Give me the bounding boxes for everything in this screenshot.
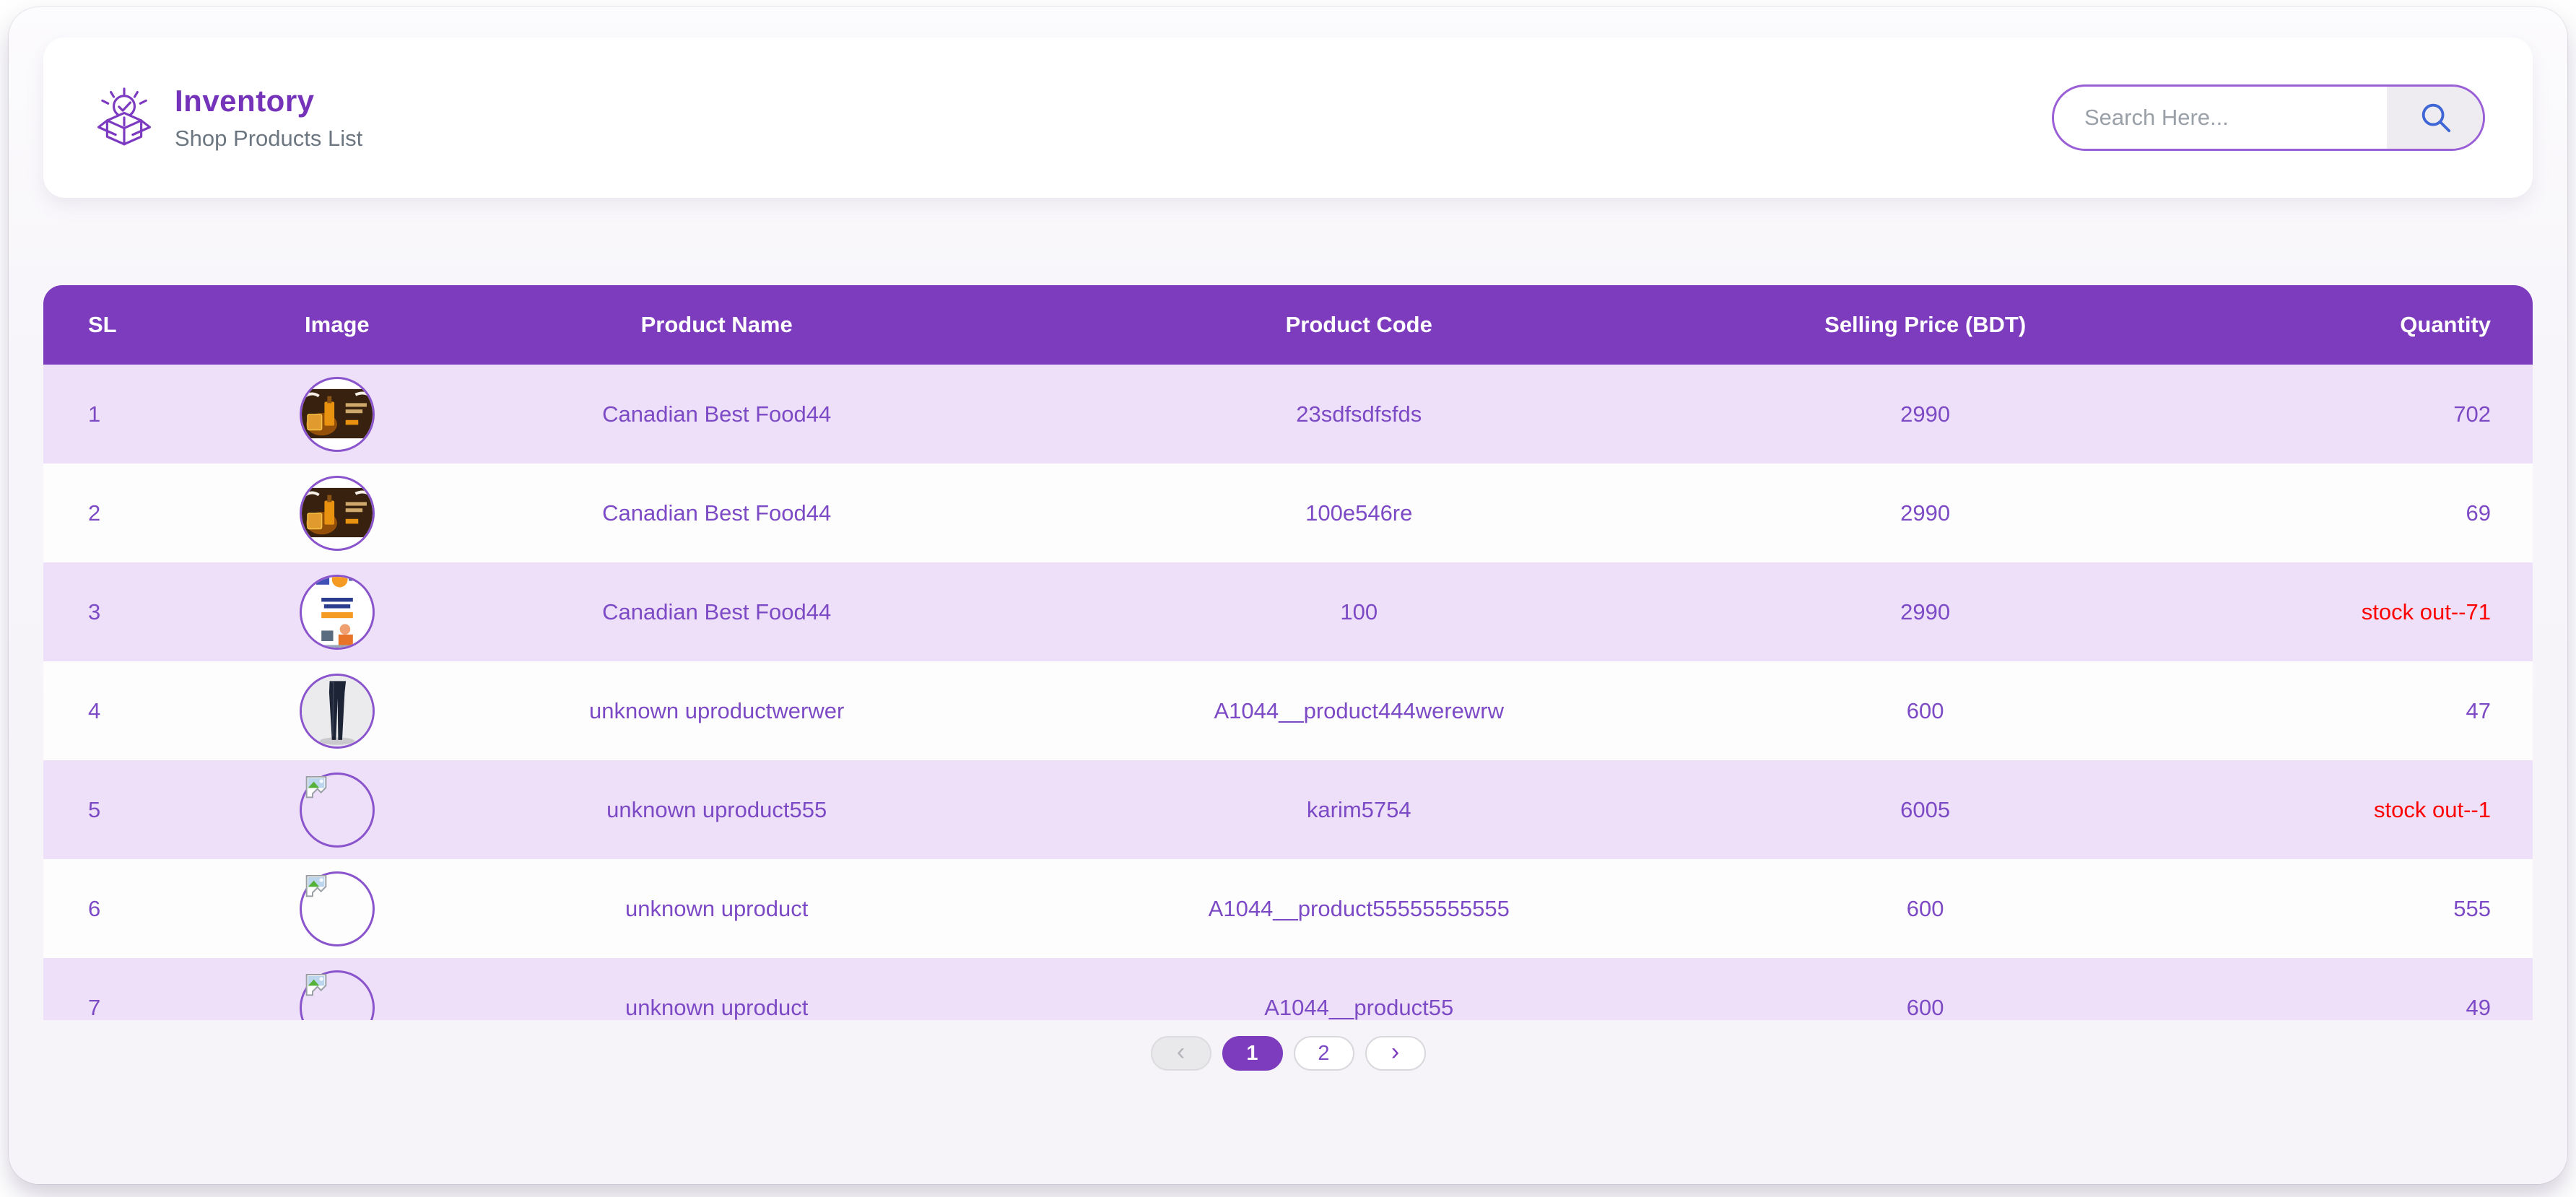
chevron-left-icon: ‹: [1177, 1040, 1185, 1064]
row-sl: 1: [43, 365, 217, 463]
row-sl: 6: [43, 859, 217, 958]
product-name: Canadian Best Food44: [456, 562, 977, 661]
quantity: stock out--1: [2110, 760, 2533, 859]
product-image-cell: [217, 365, 456, 463]
column-header-quantity: Quantity: [2110, 285, 2533, 365]
quantity: 702: [2110, 365, 2533, 463]
product-name: unknown uproduct: [456, 958, 977, 1020]
product-code: karim5754: [977, 760, 1741, 859]
pagination-prev-button[interactable]: ‹: [1151, 1036, 1211, 1071]
table-row: 1 Canadian Best Food44 23sdfsdfsfds 2990…: [43, 365, 2533, 463]
product-image: [300, 674, 375, 749]
product-code: A1044__product444werewrw: [977, 661, 1741, 760]
product-name: Canadian Best Food44: [456, 365, 977, 463]
products-table-container: SL Image Product Name Product Code Selli…: [43, 285, 2533, 1020]
column-header-name: Product Name: [456, 285, 977, 365]
column-header-sl: SL: [43, 285, 217, 365]
table-row: 7 unknown uproduct A1044__product55 600 …: [43, 958, 2533, 1020]
page-container: Inventory Shop Products List: [9, 7, 2567, 1184]
product-code: 23sdfsdfsfds: [977, 365, 1741, 463]
quantity: stock out--71: [2110, 562, 2533, 661]
column-header-price: Selling Price (BDT): [1741, 285, 2110, 365]
pagination: ‹ 1 2 ›: [9, 1036, 2567, 1071]
column-header-image: Image: [217, 285, 456, 365]
inventory-box-check-icon: [94, 87, 155, 148]
search-button[interactable]: [2387, 87, 2483, 149]
product-name: unknown uproductwerwer: [456, 661, 977, 760]
page-title: Inventory: [175, 84, 362, 118]
pagination-page-2[interactable]: 2: [1294, 1036, 1354, 1071]
product-image: [300, 476, 375, 551]
product-name: unknown uproduct: [456, 859, 977, 958]
selling-price: 600: [1741, 661, 2110, 760]
header-title-group: Inventory Shop Products List: [94, 84, 362, 152]
search-bar: [2052, 84, 2485, 151]
table-row: 3 Canadian Best Food44 100 2990 stock ou…: [43, 562, 2533, 661]
quantity: 555: [2110, 859, 2533, 958]
row-sl: 3: [43, 562, 217, 661]
table-header-row: SL Image Product Name Product Code Selli…: [43, 285, 2533, 365]
row-sl: 4: [43, 661, 217, 760]
products-table: SL Image Product Name Product Code Selli…: [43, 285, 2533, 1020]
table-row: 2 Canadian Best Food44 100e546re 2990 69: [43, 463, 2533, 562]
product-name: Canadian Best Food44: [456, 463, 977, 562]
search-input[interactable]: [2054, 87, 2387, 149]
product-image-cell: [217, 463, 456, 562]
quantity: 49: [2110, 958, 2533, 1020]
search-icon: [2419, 100, 2452, 136]
selling-price: 600: [1741, 958, 2110, 1020]
product-code: A1044__product55555555555: [977, 859, 1741, 958]
product-image-cell: [217, 661, 456, 760]
product-image-cell: [217, 760, 456, 859]
page-header: Inventory Shop Products List: [43, 38, 2533, 198]
table-row: 5 unknown uproduct555 karim5754 6005 sto…: [43, 760, 2533, 859]
product-image: [300, 377, 375, 452]
product-image-cell: [217, 958, 456, 1020]
selling-price: 2990: [1741, 365, 2110, 463]
product-image: [300, 575, 375, 650]
product-code: 100e546re: [977, 463, 1741, 562]
selling-price: 2990: [1741, 562, 2110, 661]
table-row: 4 unknown uproductwerwer A1044__product4…: [43, 661, 2533, 760]
chevron-right-icon: ›: [1391, 1040, 1399, 1064]
quantity: 69: [2110, 463, 2533, 562]
selling-price: 600: [1741, 859, 2110, 958]
selling-price: 6005: [1741, 760, 2110, 859]
quantity: 47: [2110, 661, 2533, 760]
row-sl: 5: [43, 760, 217, 859]
product-code: A1044__product55: [977, 958, 1741, 1020]
product-name: unknown uproduct555: [456, 760, 977, 859]
table-row: 6 unknown uproduct A1044__product5555555…: [43, 859, 2533, 958]
product-image: [300, 772, 375, 848]
pagination-page-1[interactable]: 1: [1222, 1036, 1283, 1071]
pagination-next-button[interactable]: ›: [1365, 1036, 1426, 1071]
column-header-code: Product Code: [977, 285, 1741, 365]
product-image-cell: [217, 562, 456, 661]
product-image: [300, 871, 375, 946]
product-code: 100: [977, 562, 1741, 661]
row-sl: 2: [43, 463, 217, 562]
product-image: [300, 970, 375, 1021]
selling-price: 2990: [1741, 463, 2110, 562]
row-sl: 7: [43, 958, 217, 1020]
page-subtitle: Shop Products List: [175, 126, 362, 152]
product-image-cell: [217, 859, 456, 958]
